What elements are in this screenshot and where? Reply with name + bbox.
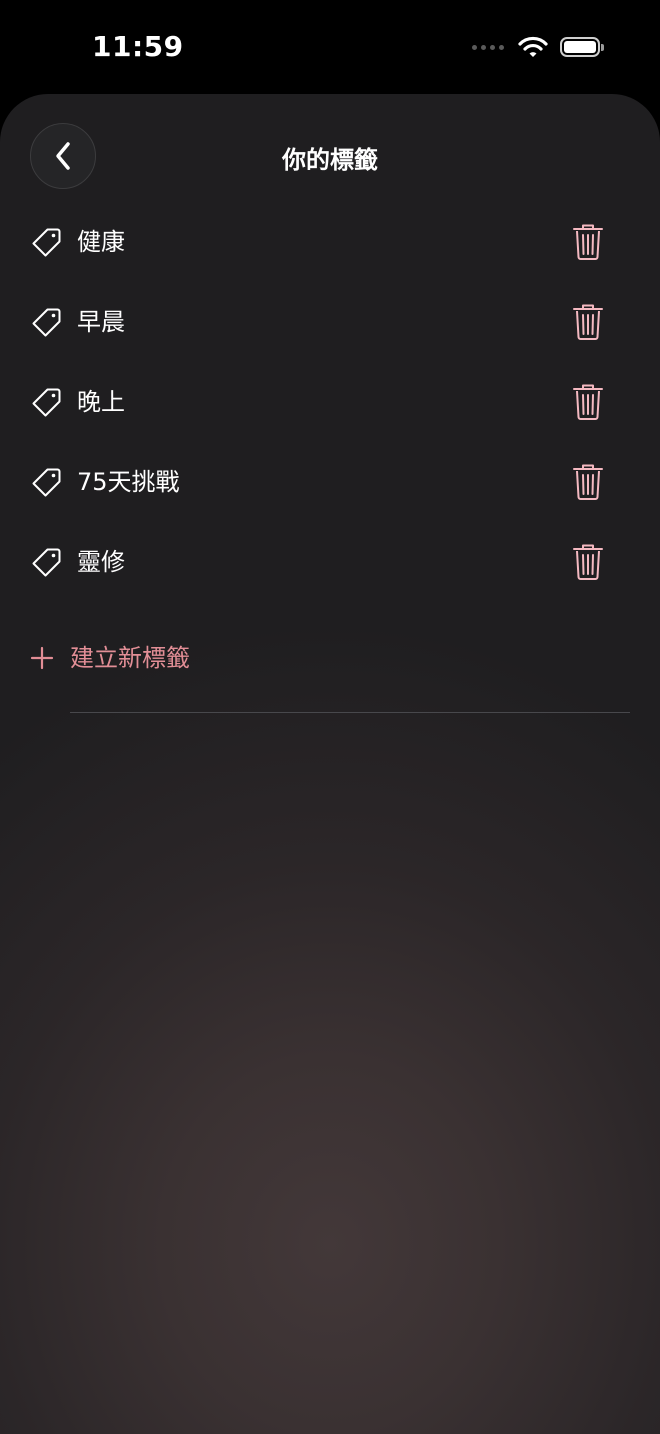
wifi-icon [518, 36, 548, 57]
delete-tag-button[interactable] [570, 222, 606, 262]
status-icons [472, 36, 604, 58]
page-title: 你的標籤 [282, 146, 378, 174]
tag-label: 健康 [77, 228, 125, 256]
cellular-signal-icon [472, 44, 504, 50]
tag-icon [32, 308, 61, 337]
tag-label: 靈修 [77, 548, 125, 576]
create-new-tag-label: 建立新標籤 [70, 644, 190, 672]
tag-icon [32, 228, 61, 257]
tag-row[interactable]: 75天挑戰 [0, 444, 660, 524]
tag-icon [32, 548, 61, 577]
battery-icon [560, 37, 604, 57]
delete-tag-button[interactable] [570, 302, 606, 342]
tag-label: 75天挑戰 [77, 468, 180, 496]
divider [70, 712, 630, 713]
trash-icon [573, 464, 603, 500]
tag-row[interactable]: 靈修 [0, 524, 660, 604]
status-time: 11:59 [92, 30, 184, 63]
tag-label: 晚上 [77, 388, 125, 416]
tag-row[interactable]: 晚上 [0, 364, 660, 444]
tag-icon [32, 388, 61, 417]
status-bar: 11:59 [0, 0, 660, 94]
delete-tag-button[interactable] [570, 462, 606, 502]
tag-icon [32, 468, 61, 497]
tag-row[interactable]: 早晨 [0, 284, 660, 364]
trash-icon [573, 224, 603, 260]
tag-row[interactable]: 健康 [0, 204, 660, 284]
trash-icon [573, 544, 603, 580]
delete-tag-button[interactable] [570, 382, 606, 422]
trash-icon [573, 304, 603, 340]
tag-list: 健康 早晨 晚上 75天挑戰 靈修 [0, 204, 660, 604]
tags-sheet: 你的標籤 健康 早晨 晚上 75天挑戰 靈修 建立新標籤 [0, 94, 660, 1434]
tag-label: 早晨 [77, 308, 125, 336]
delete-tag-button[interactable] [570, 542, 606, 582]
trash-icon [573, 384, 603, 420]
create-new-tag-button[interactable]: 建立新標籤 [30, 640, 190, 676]
plus-icon [30, 646, 54, 670]
